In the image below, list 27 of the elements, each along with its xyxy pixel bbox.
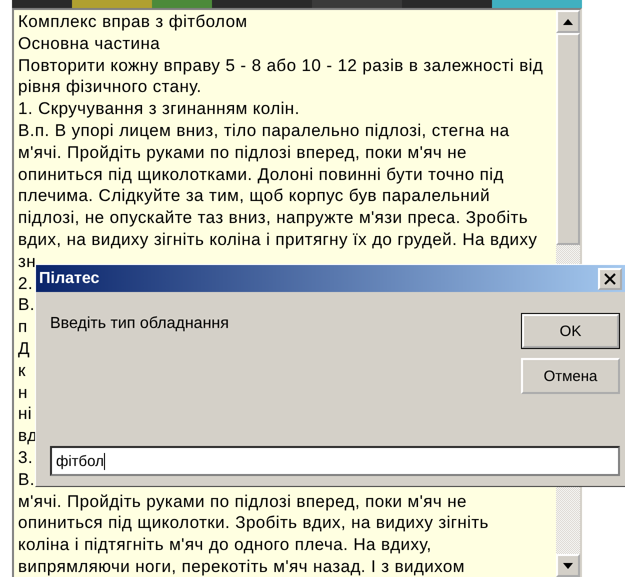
- memo-line: Д: [18, 338, 30, 360]
- memo-line: м'ячі. Пройдіть руками по підлозі вперед, поки м'яч не: [18, 490, 467, 512]
- memo-line: вдих, на видиху зігніть коліна і притягну їх до грудей. На вдиху: [18, 228, 538, 251]
- memo-line: В.: [18, 294, 35, 316]
- memo-line: рівня фізичного стану.: [18, 76, 202, 98]
- memo-line: Повторити кожну вправу 5 - 8 або 10 - 12 разів в залежності від: [18, 54, 544, 76]
- memo-line: В.: [18, 468, 35, 491]
- memo-line: В.п. В упорі лицем вниз, тіло паралельно підлозі, стегна на: [18, 120, 510, 142]
- dialog-prompt: Введіть тип обладнання: [50, 315, 229, 334]
- memo-line: підлозі, не опускайте таз вниз, напружте м'язи преса. Зробіть: [18, 207, 528, 229]
- memo-line: опиниться під щиколотки. Зробіть вдих, на видиху зігніть: [18, 512, 489, 534]
- memo-line: Основна частина: [18, 32, 160, 55]
- memo-line: зн: [18, 250, 36, 273]
- memo-line: к: [18, 360, 26, 382]
- memo-line: коліна і підтягніть м'яч до одного плеча. На вдиху,: [18, 534, 432, 556]
- memo-line: 2.: [18, 272, 33, 294]
- memo-line: плечима. Слідкуйте за тим, щоб корпус був паралельний: [18, 185, 490, 208]
- memo-line: 1. Скручування з згинанням колін.: [18, 98, 300, 120]
- memo-line: п: [18, 316, 28, 338]
- memo-line: опиниться під щиколотками. Долоні повинні бути точно під: [18, 164, 504, 186]
- memo-line: м'ячі. Пройдіть руками по підлозі вперед, поки м'яч не: [18, 142, 467, 164]
- memo-line: Комплекс вправ з фітболом: [18, 11, 248, 33]
- memo-line: ні: [18, 403, 32, 426]
- memo-line: випрямляючи ноги, перекотіть м'яч назад. І з видихом: [18, 556, 465, 577]
- memo-line: 3.: [18, 446, 33, 469]
- memo-line: н: [18, 382, 28, 404]
- dialog-title: Пілатес: [39, 270, 100, 288]
